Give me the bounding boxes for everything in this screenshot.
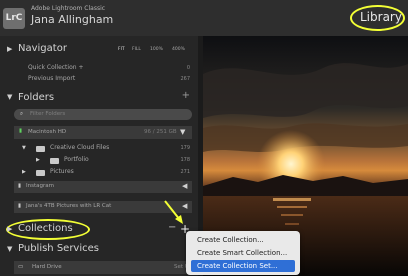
lightroom-logo: LrC	[3, 8, 25, 29]
publish-service-label: Hard Drive	[32, 264, 62, 270]
app-name: Adobe Lightroom Classic	[31, 5, 106, 12]
menu-create-smart-collection[interactable]: Create Smart Collection...	[191, 247, 295, 259]
module-library[interactable]: Library	[360, 10, 402, 24]
publish-services-label: Publish Services	[18, 243, 99, 254]
publish-service-hard-drive[interactable]: ▭ Hard Drive Set Up...	[14, 261, 198, 274]
menu-create-collection-set[interactable]: Create Collection Set...	[191, 260, 295, 272]
left-panel: ▶ Navigator FIT FILL 100% 400% Quick Col…	[0, 36, 198, 276]
collection-create-menu: Create Collection... Create Smart Collec…	[186, 231, 300, 275]
user-name: Jana Allingham	[31, 13, 114, 26]
expand-triangle-icon[interactable]: ▼	[7, 245, 12, 253]
menu-create-collection[interactable]: Create Collection...	[191, 234, 295, 246]
publish-services-header[interactable]: ▼ Publish Services	[0, 239, 198, 259]
hard-drive-icon: ▭	[18, 264, 24, 270]
top-bar: LrC Adobe Lightroom Classic Jana Allingh…	[0, 0, 408, 36]
